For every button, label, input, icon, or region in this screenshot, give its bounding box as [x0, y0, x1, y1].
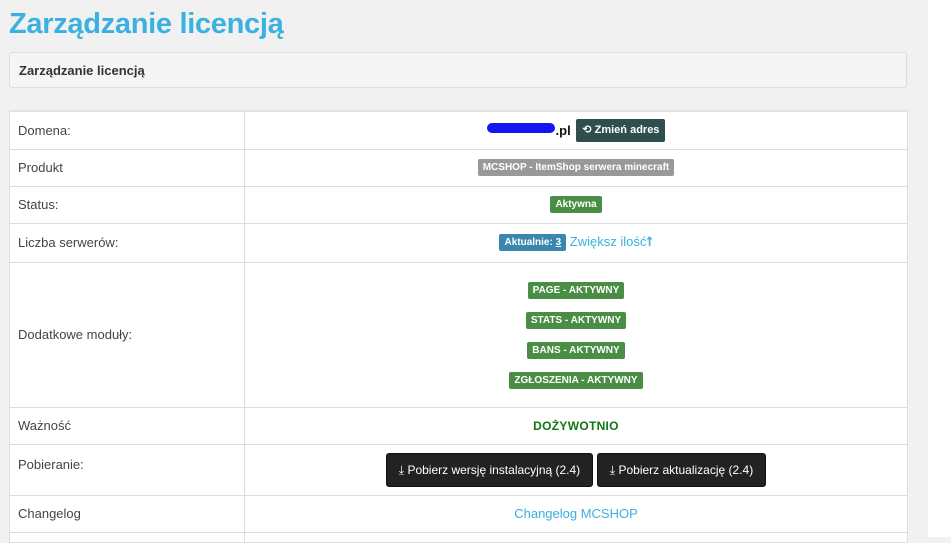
status-value-cell: Aktywna	[244, 185, 908, 224]
download-icon: ⤓	[609, 462, 616, 477]
servers-current-label: Aktualnie:	[504, 237, 553, 249]
changelog-label: Changelog	[9, 494, 245, 533]
changelog-value-cell: Changelog MCSHOP	[244, 494, 908, 533]
table-row-modules: Dodatkowe moduły: PAGE - AKTYWNY STATS -…	[9, 261, 908, 408]
modules-label: Dodatkowe moduły:	[9, 261, 245, 408]
modules-value-cell: PAGE - AKTYWNY STATS - AKTYWNY BANS - AK…	[244, 261, 908, 408]
partial-label-cell	[9, 531, 245, 543]
status-badge: Aktywna	[550, 196, 602, 214]
panel-heading: Zarządzanie licencją	[9, 52, 907, 88]
product-label: Produkt	[9, 148, 245, 187]
license-table: Domena: .pl ⟲ Zmień adres Produkt MCSHOP…	[9, 110, 908, 543]
content-area: Zarządzanie licencją Zarządzanie licencj…	[0, 0, 918, 543]
redacted-domain	[486, 123, 555, 134]
download-update-button[interactable]: ⤓ Pobierz aktualizację (2.4)	[596, 452, 767, 487]
change-address-button[interactable]: ⟲ Zmień adres	[576, 118, 666, 142]
product-value-cell: MCSHOP - ItemShop serwera minecraft	[244, 148, 908, 187]
download-install-button[interactable]: ⤓ Pobierz wersję instalacyjną (2.4)	[385, 452, 594, 487]
panel-heading-text: Zarządzanie licencją	[19, 63, 145, 78]
table-row-partial	[9, 531, 908, 543]
download-update-label: Pobierz aktualizację (2.4)	[618, 462, 754, 477]
status-label: Status:	[9, 185, 245, 224]
partial-value-cell	[244, 531, 908, 543]
table-row-validity: Ważność DOŻYWOTNIO	[9, 406, 908, 445]
module-badge-bans: BANS - AKTYWNY	[527, 341, 625, 359]
servers-current-value: 3	[555, 237, 562, 249]
servers-label: Liczba serwerów:	[9, 222, 245, 263]
changelog-link[interactable]: Changelog MCSHOP	[514, 506, 638, 521]
domain-suffix: .pl	[555, 122, 571, 138]
table-row-servers: Liczba serwerów: Aktualnie: 3 Zwiększ il…	[9, 222, 908, 263]
download-install-label: Pobierz wersję instalacyjną (2.4)	[407, 462, 581, 477]
validity-value-cell: DOŻYWOTNIO	[244, 406, 908, 445]
download-value-cell: ⤓ Pobierz wersję instalacyjną (2.4) ⤓ Po…	[244, 443, 908, 496]
page-title: Zarządzanie licencją	[9, 8, 284, 40]
servers-count-badge: Aktualnie: 3	[499, 234, 567, 252]
servers-value-cell: Aktualnie: 3 Zwiększ ilość⭡	[244, 222, 908, 263]
right-strip	[928, 0, 951, 537]
download-icon: ⤓	[398, 462, 405, 477]
table-row-product: Produkt MCSHOP - ItemShop serwera minecr…	[9, 148, 908, 187]
download-label: Pobieranie:	[9, 443, 245, 496]
increase-servers-label: Zwiększ ilość	[569, 233, 647, 249]
table-row-domain: Domena: .pl ⟲ Zmień adres	[9, 110, 908, 150]
refresh-icon: ⟲	[582, 123, 592, 136]
module-badge-stats: STATS - AKTYWNY	[525, 311, 627, 329]
table-row-changelog: Changelog Changelog MCSHOP	[9, 494, 908, 533]
change-address-label: Zmień adres	[594, 123, 660, 136]
validity-label: Ważność	[9, 406, 245, 445]
product-badge: MCSHOP - ItemShop serwera minecraft	[477, 159, 675, 177]
arrow-up-icon: ⭡	[646, 233, 653, 249]
table-row-status: Status: Aktywna	[9, 185, 908, 224]
domain-value-cell: .pl ⟲ Zmień adres	[244, 110, 908, 150]
validity-value: DOŻYWOTNIO	[533, 419, 619, 433]
module-badge-reports: ZGŁOSZENIA - AKTYWNY	[509, 371, 643, 389]
domain-label: Domena:	[9, 110, 245, 150]
table-row-download: Pobieranie: ⤓ Pobierz wersję instalacyjn…	[9, 443, 908, 496]
increase-servers-link[interactable]: Zwiększ ilość⭡	[570, 234, 653, 249]
module-badge-page: PAGE - AKTYWNY	[527, 281, 625, 299]
